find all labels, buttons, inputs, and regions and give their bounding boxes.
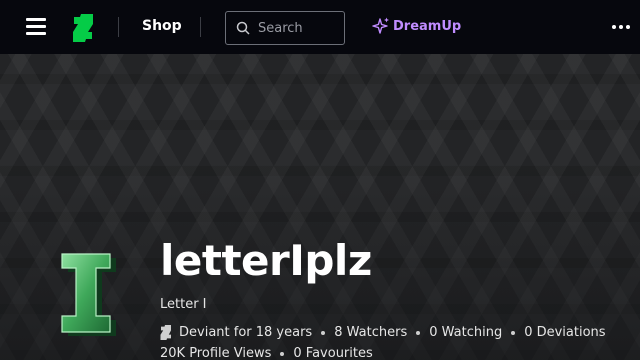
separator-dot	[511, 330, 516, 335]
profile-stats-secondary: 20K Profile Views 0 Favourites	[160, 346, 373, 360]
deviations-link[interactable]: 0 Deviations	[524, 325, 605, 340]
profile-stats: Deviant for 18 years 8 Watchers 0 Watchi…	[160, 325, 606, 340]
nav-divider	[200, 17, 201, 37]
shop-link[interactable]: Shop	[142, 18, 182, 34]
separator-dot	[321, 330, 326, 335]
profile-views: 20K Profile Views	[160, 346, 272, 360]
deviantart-logo-icon[interactable]	[72, 14, 94, 42]
menu-icon[interactable]	[26, 18, 46, 36]
avatar[interactable]	[58, 250, 118, 346]
nav-divider	[118, 17, 119, 37]
sparkle-icon	[372, 17, 389, 34]
profile-username[interactable]: letterIplz	[160, 236, 372, 285]
top-nav: Shop DreamUp	[0, 0, 640, 54]
profile-tagline: Letter I	[160, 297, 207, 312]
search-icon	[236, 21, 250, 35]
search-box[interactable]	[225, 11, 345, 45]
dreamup-label: DreamUp	[393, 18, 462, 34]
watching-link[interactable]: 0 Watching	[429, 325, 502, 340]
deviant-since: Deviant for 18 years	[179, 325, 313, 340]
favourites-link[interactable]: 0 Favourites	[293, 346, 372, 360]
separator-dot	[280, 351, 285, 356]
more-icon[interactable]	[612, 25, 633, 29]
separator-dot	[416, 330, 421, 335]
deviant-icon	[160, 325, 171, 340]
watchers-link[interactable]: 8 Watchers	[334, 325, 407, 340]
dreamup-button[interactable]: DreamUp	[372, 17, 461, 35]
search-input[interactable]	[258, 19, 340, 37]
